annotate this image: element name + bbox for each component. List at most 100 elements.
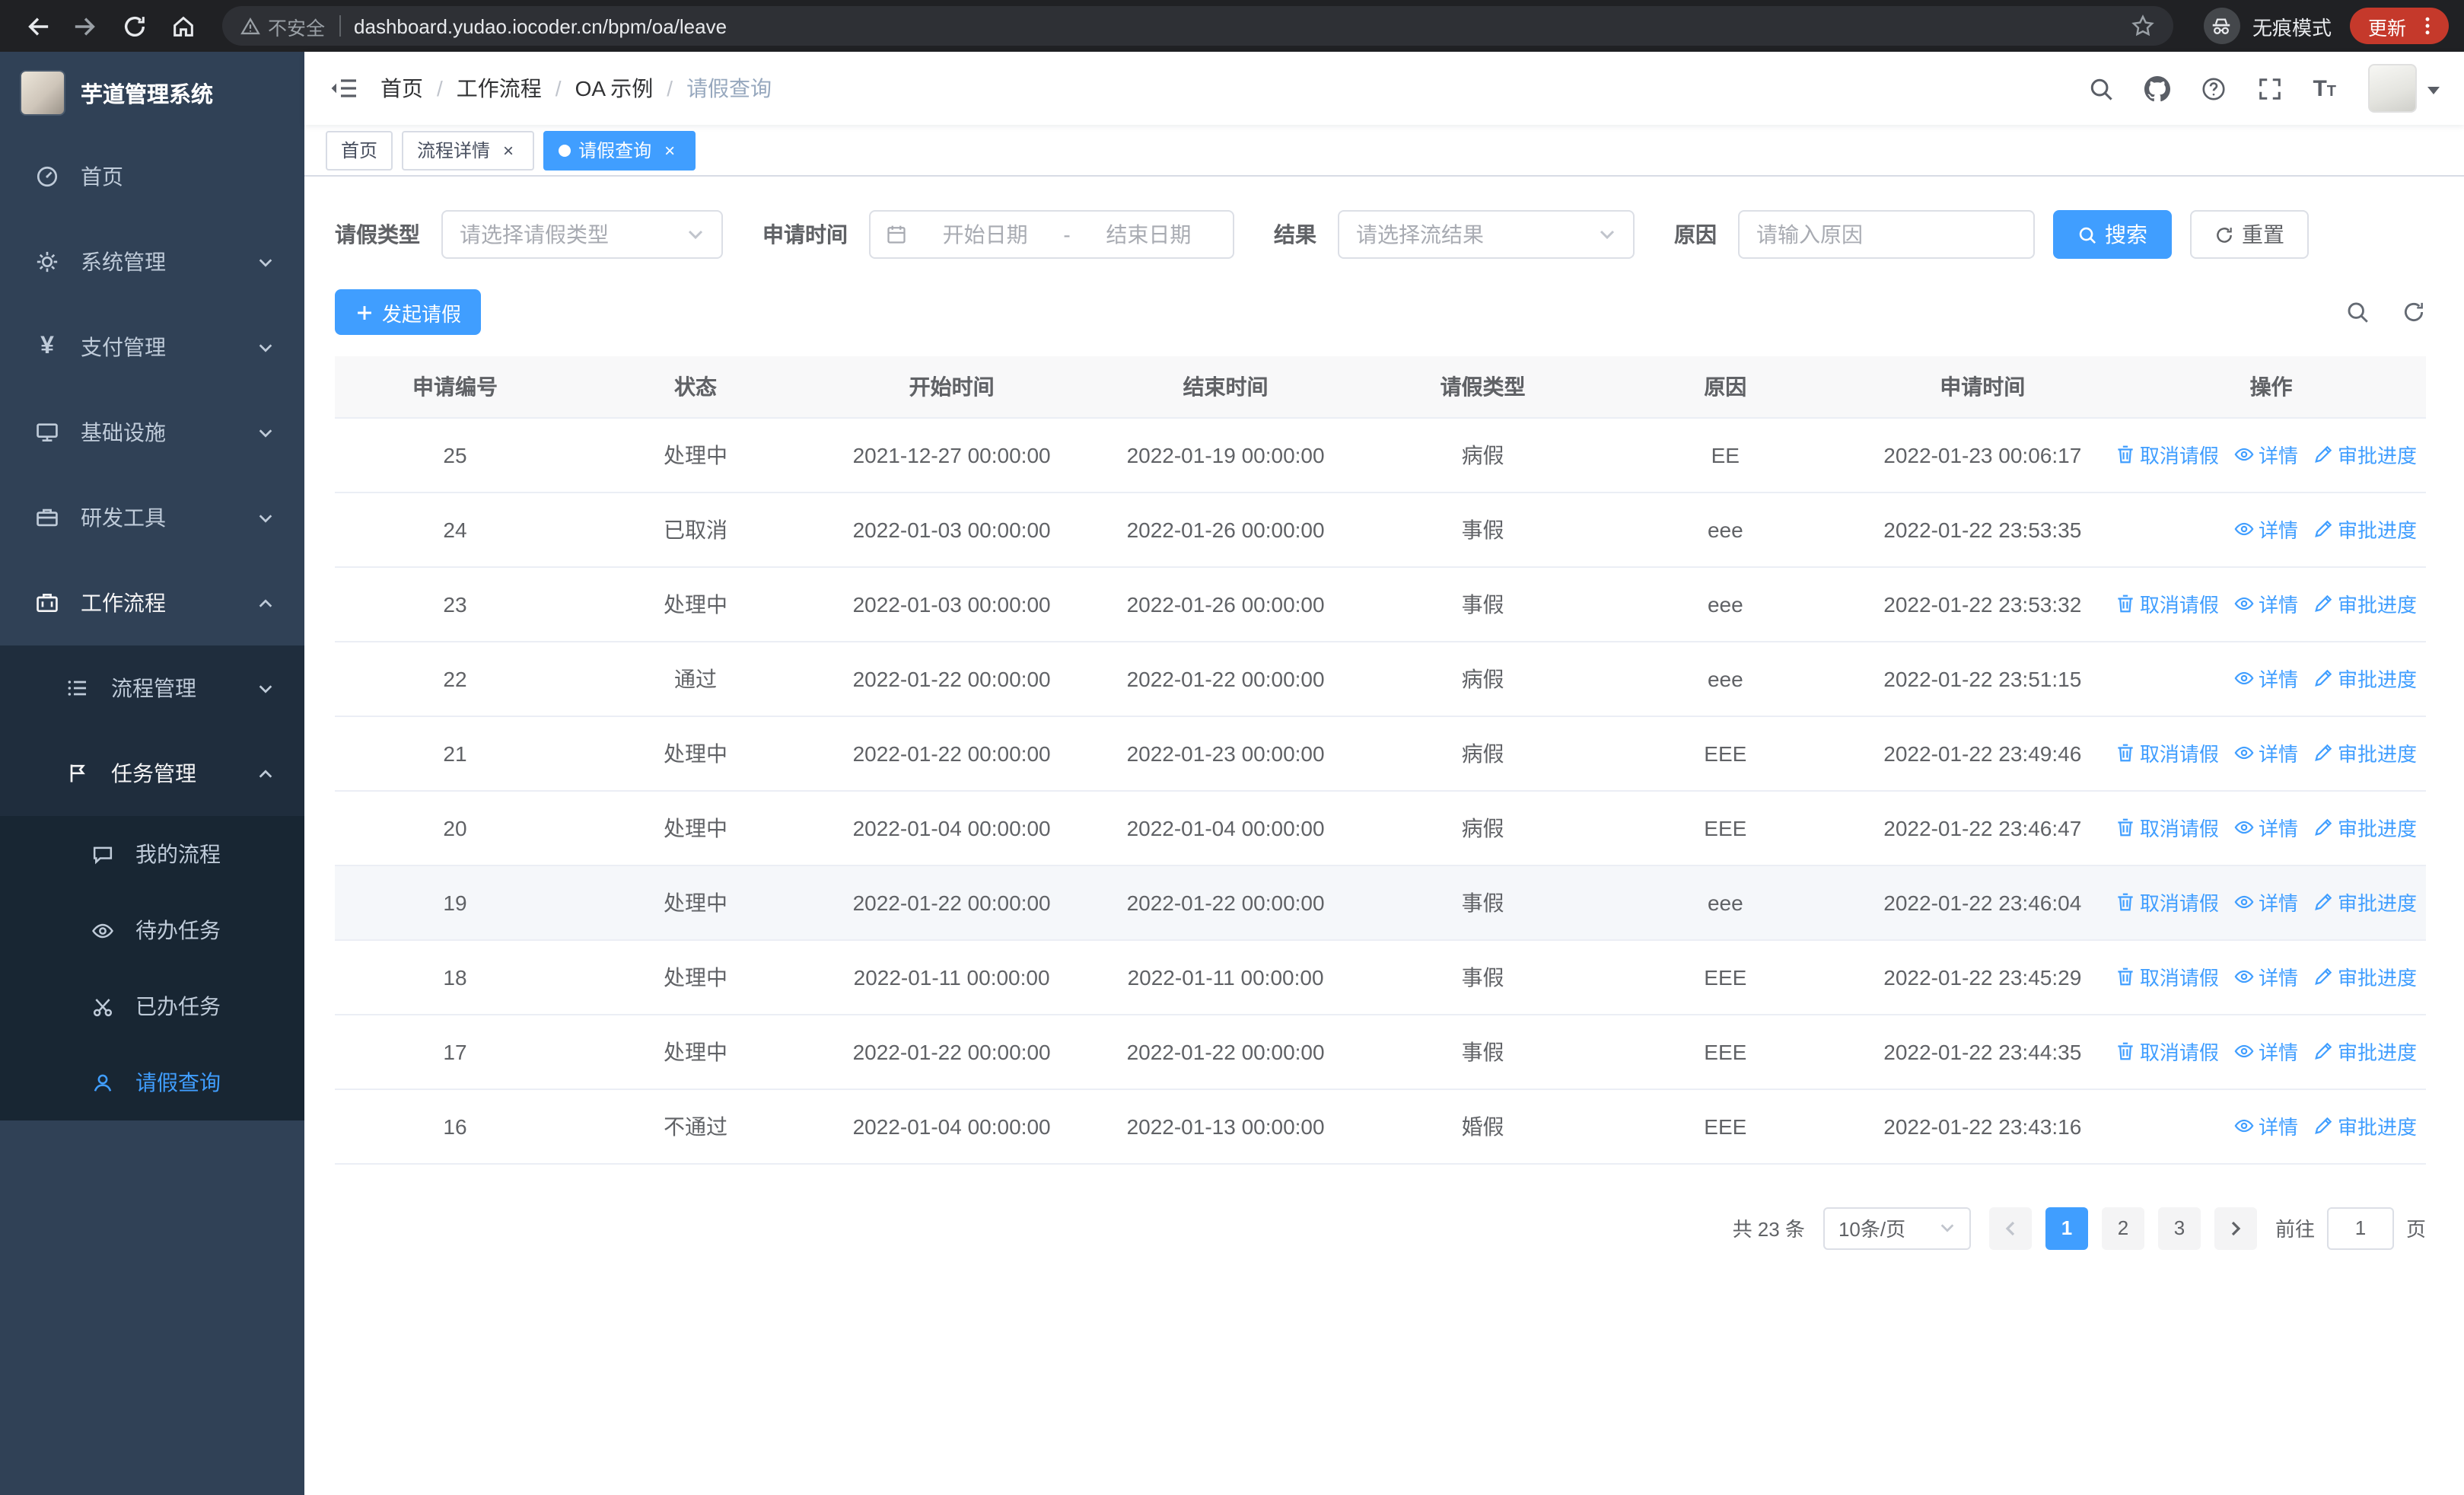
approval-progress-link[interactable]: 审批进度 (2313, 738, 2417, 767)
sidebar-item-devtools[interactable]: 研发工具 (0, 475, 304, 560)
approval-progress-link[interactable]: 审批进度 (2313, 589, 2417, 618)
github-icon[interactable] (2144, 75, 2171, 102)
next-page-button[interactable] (2214, 1207, 2257, 1249)
goto-page-input[interactable] (2326, 1207, 2394, 1249)
approval-progress-link[interactable]: 审批进度 (2313, 515, 2417, 543)
tab-process-detail[interactable]: 流程详情 × (402, 130, 535, 170)
breadcrumb-home[interactable]: 首页 (380, 73, 423, 104)
detail-link[interactable]: 详情 (2234, 1111, 2298, 1140)
sidebar-item-leave-query[interactable]: 请假查询 (0, 1044, 304, 1120)
table-row[interactable]: 23 处理中 2022-01-03 00:00:00 2022-01-26 00… (335, 566, 2426, 642)
sidebar-item-process-management[interactable]: 流程管理 (0, 645, 304, 731)
security-warning[interactable]: 不安全 (240, 11, 325, 40)
eye-icon (2234, 970, 2254, 983)
page-number-button[interactable]: 2 (2101, 1207, 2144, 1249)
cancel-leave-link[interactable]: 取消请假 (2116, 813, 2219, 842)
sidebar-item-done-tasks[interactable]: 已办任务 (0, 968, 304, 1044)
table-row[interactable]: 21 处理中 2022-01-22 00:00:00 2022-01-23 00… (335, 716, 2426, 791)
detail-link[interactable]: 详情 (2234, 813, 2298, 842)
approval-progress-link[interactable]: 审批进度 (2313, 1111, 2417, 1140)
create-leave-button[interactable]: 发起请假 (335, 289, 482, 335)
detail-link[interactable]: 详情 (2234, 664, 2298, 693)
page-size-select[interactable]: 10条/页 (1823, 1207, 1971, 1249)
cancel-leave-link[interactable]: 取消请假 (2116, 440, 2219, 469)
page-number-button[interactable]: 3 (2157, 1207, 2201, 1249)
cell-leave-type: 病假 (1363, 417, 1603, 492)
browser-forward-button[interactable] (64, 5, 107, 47)
user-menu[interactable] (2368, 64, 2440, 113)
detail-link[interactable]: 详情 (2234, 738, 2298, 767)
browser-back-button[interactable] (15, 5, 58, 47)
close-icon[interactable]: × (498, 139, 519, 161)
reset-button[interactable]: 重置 (2190, 210, 2309, 259)
cancel-leave-link[interactable]: 取消请假 (2116, 1037, 2219, 1066)
result-select[interactable]: 请选择流结果 (1338, 210, 1635, 259)
table-row[interactable]: 25 处理中 2021-12-27 00:00:00 2022-01-19 00… (335, 417, 2426, 492)
table-row[interactable]: 22 通过 2022-01-22 00:00:00 2022-01-22 00:… (335, 641, 2426, 716)
search-icon[interactable] (2087, 75, 2115, 102)
table-row[interactable]: 17 处理中 2022-01-22 00:00:00 2022-01-22 00… (335, 1014, 2426, 1089)
incognito-chip[interactable]: 无痕模式 (2203, 8, 2332, 44)
sidebar-item-infrastructure[interactable]: 基础设施 (0, 390, 304, 475)
fullscreen-icon[interactable] (2256, 75, 2284, 102)
sidebar-item-home[interactable]: 首页 (0, 134, 304, 219)
cancel-leave-link[interactable]: 取消请假 (2116, 888, 2219, 916)
sidebar-item-system[interactable]: 系统管理 (0, 219, 304, 304)
approval-progress-link[interactable]: 审批进度 (2313, 440, 2417, 469)
detail-link[interactable]: 详情 (2234, 589, 2298, 618)
sidebar-item-todo-tasks[interactable]: 待办任务 (0, 892, 304, 968)
end-date-placeholder[interactable]: 结束日期 (1080, 219, 1218, 250)
table-row[interactable]: 24 已取消 2022-01-03 00:00:00 2022-01-26 00… (335, 492, 2426, 567)
cancel-leave-link[interactable]: 取消请假 (2116, 738, 2219, 767)
table-row[interactable]: 20 处理中 2022-01-04 00:00:00 2022-01-04 00… (335, 790, 2426, 865)
detail-link[interactable]: 详情 (2234, 515, 2298, 543)
cell-status: 处理中 (575, 1014, 816, 1089)
cancel-leave-link[interactable]: 取消请假 (2116, 589, 2219, 618)
browser-update-button[interactable]: 更新 (2349, 8, 2449, 44)
sidebar-item-payment[interactable]: ¥ 支付管理 (0, 304, 304, 390)
detail-link[interactable]: 详情 (2234, 1037, 2298, 1066)
prev-page-button[interactable] (1988, 1207, 2032, 1249)
refresh-table-icon[interactable] (2400, 299, 2426, 325)
cell-start-time: 2021-12-27 00:00:00 (816, 417, 1088, 492)
table-row[interactable]: 19 处理中 2022-01-22 00:00:00 2022-01-22 00… (335, 865, 2426, 940)
detail-link[interactable]: 详情 (2234, 888, 2298, 916)
search-button[interactable]: 搜索 (2053, 210, 2172, 259)
help-icon[interactable] (2200, 75, 2227, 102)
reason-input[interactable] (1738, 210, 2035, 259)
url-text[interactable]: dashboard.yudao.iocoder.cn/bpm/oa/leave (354, 14, 2131, 37)
approval-progress-link[interactable]: 审批进度 (2313, 664, 2417, 693)
detail-link[interactable]: 详情 (2234, 962, 2298, 991)
sidebar-item-task-management[interactable]: 任务管理 (0, 731, 304, 816)
approval-progress-link[interactable]: 审批进度 (2313, 813, 2417, 842)
tab-leave-query[interactable]: 请假查询 × (543, 130, 696, 170)
breadcrumb-workflow[interactable]: 工作流程 (457, 73, 542, 104)
result-label: 结果 (1274, 222, 1316, 247)
detail-link[interactable]: 详情 (2234, 440, 2298, 469)
cell-reason: eee (1602, 641, 1849, 716)
browser-home-button[interactable] (161, 5, 204, 47)
tab-home[interactable]: 首页 (326, 130, 393, 170)
app-logo[interactable]: 芋道管理系统 (0, 52, 304, 134)
approval-progress-link[interactable]: 审批进度 (2313, 1037, 2417, 1066)
breadcrumb-oa-example[interactable]: OA 示例 (575, 73, 654, 104)
date-range-picker[interactable]: 开始日期 - 结束日期 (869, 210, 1234, 259)
start-date-placeholder[interactable]: 开始日期 (916, 219, 1054, 250)
url-bar[interactable]: 不安全 dashboard.yudao.iocoder.cn/bpm/oa/le… (222, 6, 2173, 46)
approval-progress-link[interactable]: 审批进度 (2313, 888, 2417, 916)
sidebar-item-workflow[interactable]: 工作流程 (0, 560, 304, 645)
close-icon[interactable]: × (659, 139, 680, 161)
cancel-leave-link[interactable]: 取消请假 (2116, 962, 2219, 991)
page-number-button[interactable]: 1 (2045, 1207, 2088, 1249)
table-row[interactable]: 16 不通过 2022-01-04 00:00:00 2022-01-13 00… (335, 1089, 2426, 1164)
leave-type-select[interactable]: 请选择请假类型 (441, 210, 723, 259)
font-size-icon[interactable]: TT (2313, 75, 2336, 101)
collapse-sidebar-icon[interactable] (329, 73, 359, 104)
browser-reload-button[interactable] (113, 5, 155, 47)
sidebar-item-my-processes[interactable]: 我的流程 (0, 816, 304, 892)
toggle-search-icon[interactable] (2344, 299, 2370, 325)
kebab-menu-icon[interactable] (2417, 15, 2438, 37)
table-row[interactable]: 18 处理中 2022-01-11 00:00:00 2022-01-11 00… (335, 939, 2426, 1015)
bookmark-star-icon[interactable] (2131, 14, 2155, 38)
approval-progress-link[interactable]: 审批进度 (2313, 962, 2417, 991)
